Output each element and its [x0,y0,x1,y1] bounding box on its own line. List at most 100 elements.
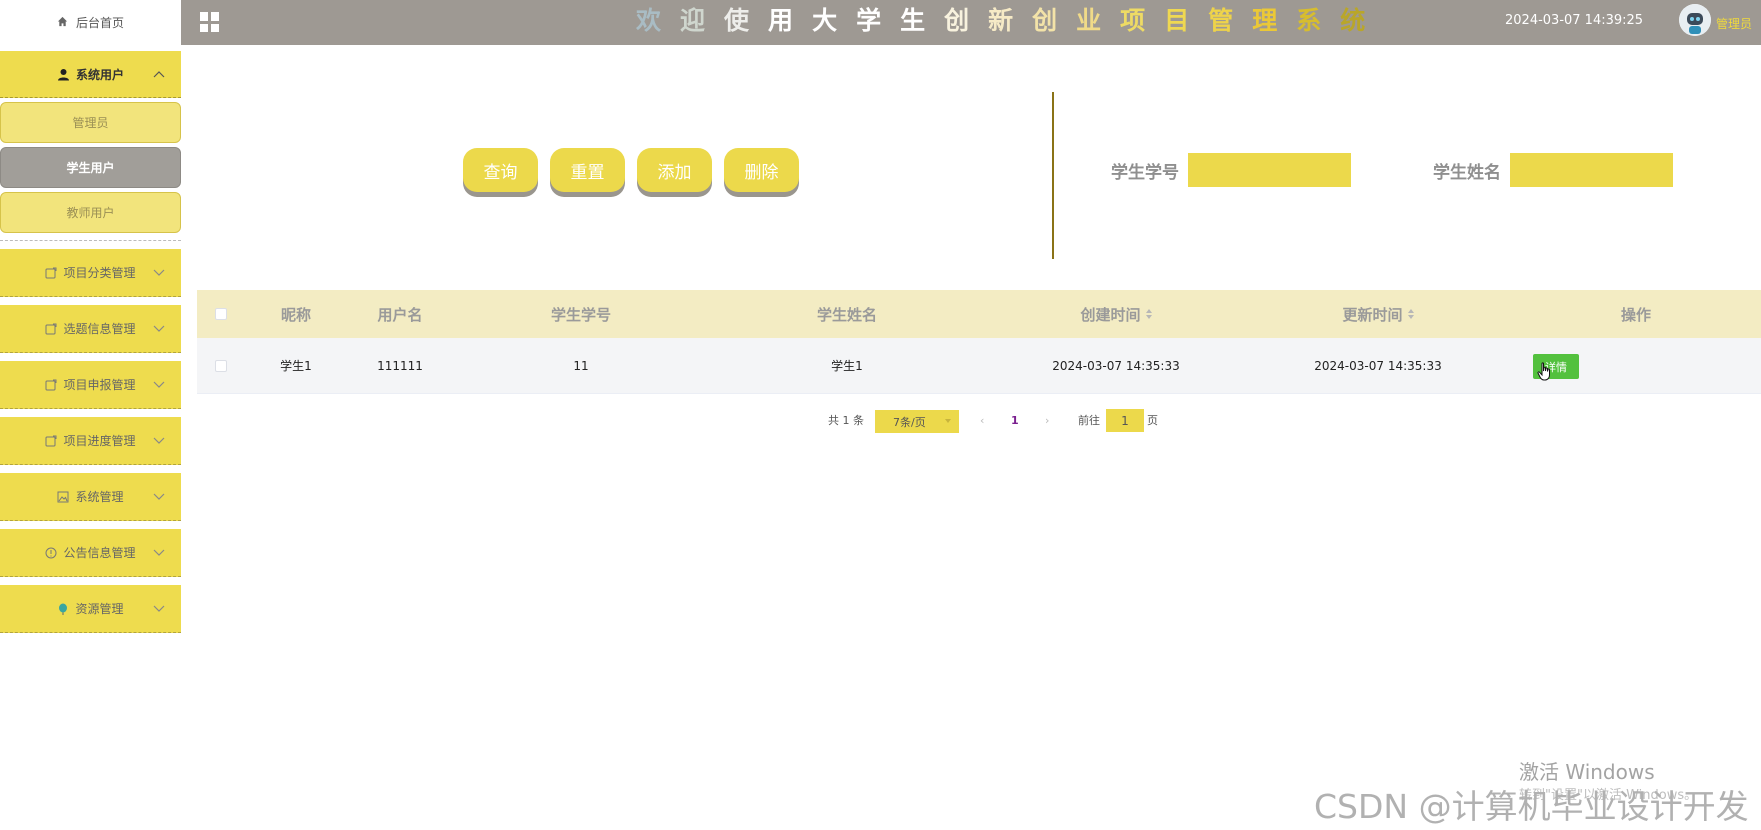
sidebar-item-admin[interactable]: 管理员 [0,102,181,143]
user-icon [57,68,70,81]
top-bar: 欢迎使用大学生创新创业项目管理系统 2024-03-07 14:39:25 管理… [181,0,1761,45]
sidebar: 后台首页 系统用户 管理员 学生用户 教师用户 项目分类管理 选题信息管理 项目… [0,0,181,830]
reset-button[interactable]: 重置 [550,148,625,192]
row-checkbox[interactable] [215,360,227,372]
sidebar-menu-project-application[interactable]: 项目申报管理 [0,361,181,409]
folder-icon [45,323,57,335]
page-number-1[interactable]: 1 [1011,408,1019,432]
csdn-watermark: CSDN @计算机毕业设计开发 [1314,787,1749,826]
sidebar-menu-label: 项目申报管理 [63,378,136,392]
student-no-input[interactable] [1188,153,1351,187]
title-char: 新 [988,6,1033,35]
chevron-down-icon [153,325,165,332]
title-char: 创 [1032,6,1077,35]
image-icon [57,491,69,503]
table-row: 学生1 111111 11 学生1 2024-03-07 14:35:33 20… [197,338,1761,394]
chevron-down-icon [153,605,165,612]
title-char: 理 [1252,6,1297,35]
sidebar-menu-label: 公告信息管理 [63,546,136,560]
chevron-down-icon [153,381,165,388]
next-page-button[interactable]: › [1045,408,1049,432]
cell-username: 111111 [377,358,423,373]
chevron-down-icon [153,493,165,500]
student-name-input[interactable] [1510,153,1673,187]
hand-cursor-icon [1537,362,1550,381]
sidebar-menu-system[interactable]: 系统管理 [0,473,181,521]
sidebar-menu-label: 系统管理 [75,490,124,504]
column-header-username: 用户名 [377,305,423,324]
title-char: 生 [900,6,945,35]
goto-page-input[interactable]: 1 [1106,409,1144,432]
sidebar-menu-project-category[interactable]: 项目分类管理 [0,249,181,297]
title-char: 创 [944,6,989,35]
chevron-up-icon [153,71,165,78]
title-char: 统 [1340,6,1385,35]
folder-icon [45,267,57,279]
sort-icon[interactable] [1145,309,1152,319]
title-char: 学 [856,6,901,35]
pagination-total: 共 1 条 [828,414,864,427]
page-size-select[interactable]: 7条/页 [875,410,959,433]
prev-page-button[interactable]: ‹ [980,408,984,432]
sidebar-menu-label: 选题信息管理 [63,322,136,336]
folder-icon [45,435,57,447]
info-icon [45,547,57,559]
column-header-created-time[interactable]: 创建时间 [987,290,1245,338]
title-char: 目 [1164,6,1209,35]
student-no-label: 学生学号 [1111,163,1179,183]
sidebar-item-label: 管理员 [72,116,109,130]
sidebar-group-label: 系统用户 [75,67,124,82]
cell-student-no: 11 [573,358,589,373]
query-button[interactable]: 查询 [463,148,538,192]
sidebar-group-system-users[interactable]: 系统用户 [0,51,181,98]
sidebar-item-teacher-users[interactable]: 教师用户 [0,192,181,233]
avatar[interactable] [1679,4,1711,36]
title-char: 项 [1120,6,1165,35]
column-header-actions: 操作 [1620,305,1651,324]
title-char: 用 [768,6,813,35]
title-char: 大 [812,6,857,35]
sidebar-home-label: 后台首页 [75,16,124,30]
column-header-student-no: 学生学号 [550,305,611,324]
sidebar-home-link[interactable]: 后台首页 [0,0,181,45]
title-char: 迎 [680,6,725,35]
chevron-down-icon [945,419,951,423]
grid-menu-icon[interactable] [200,12,220,32]
select-all-checkbox[interactable] [215,308,227,320]
home-icon [57,16,68,30]
title-char: 管 [1208,6,1253,35]
current-datetime: 2024-03-07 14:39:25 [1505,13,1644,28]
sidebar-item-label: 教师用户 [66,206,115,220]
column-header-nickname: 昵称 [280,305,311,324]
chevron-down-icon [153,269,165,276]
delete-button[interactable]: 删除 [724,148,799,192]
sidebar-menu-label: 项目进度管理 [63,434,136,448]
sidebar-menu-project-progress[interactable]: 项目进度管理 [0,417,181,465]
sidebar-menu-label: 项目分类管理 [63,266,136,280]
student-name-label: 学生姓名 [1433,163,1501,183]
sidebar-menu-announcement[interactable]: 公告信息管理 [0,529,181,577]
sort-icon[interactable] [1407,309,1414,319]
cell-updated-time: 2024-03-07 14:35:33 [1314,358,1442,373]
table-header: 昵称 用户名 学生学号 学生姓名 创建时间 更新时间 操作 [197,290,1761,338]
sidebar-menu-topic-info[interactable]: 选题信息管理 [0,305,181,353]
sidebar-item-student-users[interactable]: 学生用户 [0,147,181,188]
folder-icon [45,379,57,391]
sidebar-menu-label: 资源管理 [75,602,124,616]
goto-suffix: 页 [1147,414,1158,427]
column-header-student-name: 学生姓名 [816,305,877,324]
column-header-updated-time[interactable]: 更新时间 [1245,290,1511,338]
add-button[interactable]: 添加 [637,148,712,192]
sidebar-divider [0,233,181,241]
page-size-value: 7条/页 [893,415,926,429]
title-char: 系 [1296,6,1341,35]
title-char: 使 [724,6,769,35]
sidebar-menu-resources[interactable]: 资源管理 [0,585,181,633]
current-user[interactable]: 管理员 [1716,15,1752,32]
cell-nickname: 学生1 [280,359,312,373]
chevron-down-icon [153,549,165,556]
title-char: 业 [1076,6,1121,35]
chevron-down-icon [153,437,165,444]
goto-prefix: 前往 [1078,414,1100,427]
cell-student-name: 学生1 [831,359,863,373]
